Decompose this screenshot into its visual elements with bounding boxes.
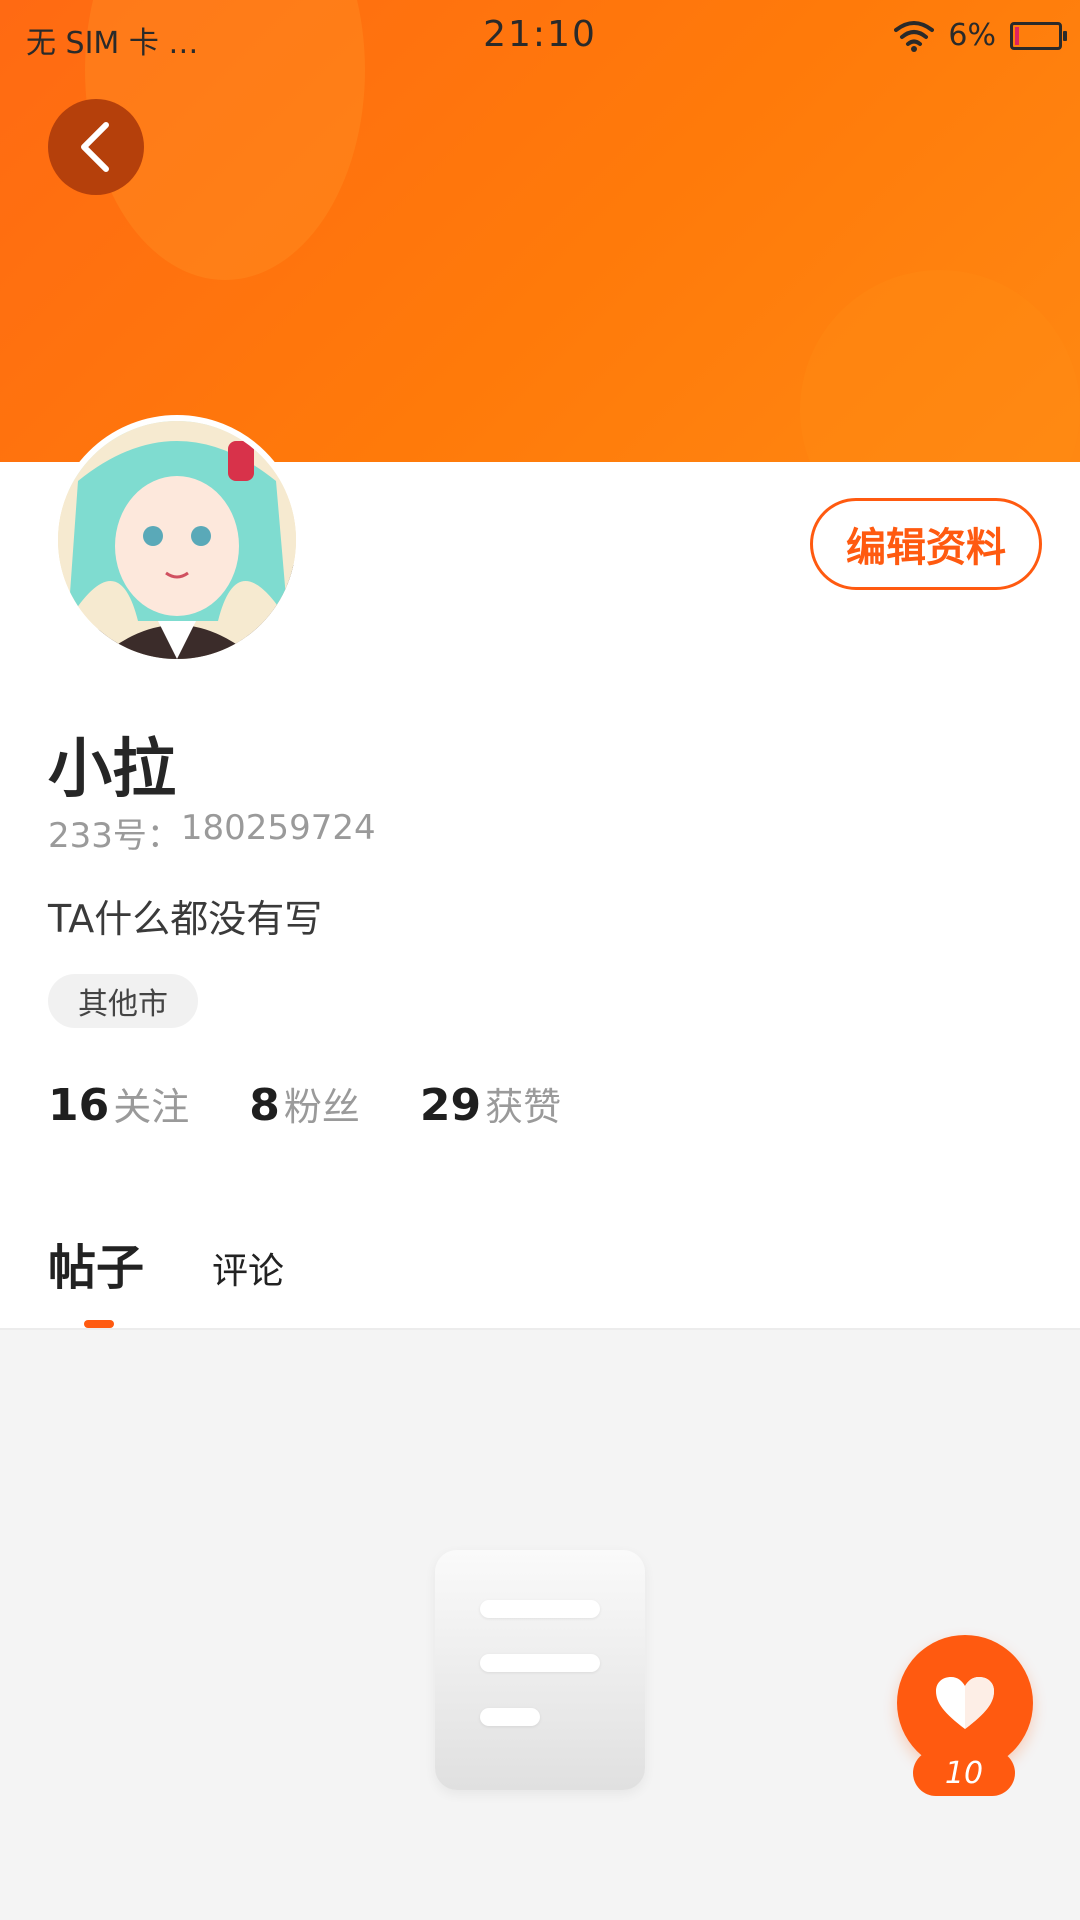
status-icons: 6% [894,18,1067,53]
user-stats: 16 关注 8 粉丝 29 获赞 [48,1076,621,1131]
profile-banner: 无 SIM 卡 … 21:10 6% [0,0,1080,462]
location-tag: 其他市 [48,974,198,1028]
stat-label: 关注 [113,1085,190,1129]
user-id-label: 233号： [48,816,181,856]
doc-line [480,1654,600,1672]
tab-posts-label: 帖子 [48,1240,145,1296]
user-id-value: 180259724 [180,808,376,848]
avatar-image [58,421,296,659]
tabs-divider [0,1328,1080,1330]
like-count: 10 [913,1750,1015,1796]
wifi-icon [894,20,935,52]
tab-posts[interactable]: 帖子 [48,1228,145,1328]
user-id: 233号： 180259724 [48,808,376,857]
banner-decoration [800,270,1080,462]
heart-icon [936,1677,994,1729]
active-tab-indicator [84,1320,114,1328]
stat-followers[interactable]: 8 粉丝 [249,1076,360,1131]
stat-label: 粉丝 [283,1085,360,1129]
tab-comments[interactable]: 评论 [212,1242,284,1294]
profile-tabs: 帖子 评论 [48,1228,284,1328]
edit-profile-button[interactable]: 编辑资料 [810,498,1042,590]
battery-percent: 6% [948,18,996,53]
back-button[interactable] [48,99,144,195]
stat-likes: 29 获赞 [420,1076,561,1131]
status-bar: 无 SIM 卡 … 21:10 6% [0,0,1080,76]
chevron-left-icon [81,122,109,172]
doc-line [480,1708,540,1726]
empty-document-icon [435,1550,645,1790]
stat-value: 29 [419,1080,482,1131]
user-bio: TA什么都没有写 [48,897,323,941]
battery-icon [1010,21,1067,50]
profile-page: 无 SIM 卡 … 21:10 6% 编辑资料 小拉 233号： 1802597… [0,0,1080,1920]
stat-following[interactable]: 16 关注 [48,1076,189,1131]
stat-label: 获赞 [485,1085,562,1129]
username: 小拉 [48,733,176,807]
doc-line [480,1600,600,1618]
stat-value: 16 [48,1080,110,1131]
stat-value: 8 [249,1080,280,1131]
avatar[interactable] [52,415,302,665]
